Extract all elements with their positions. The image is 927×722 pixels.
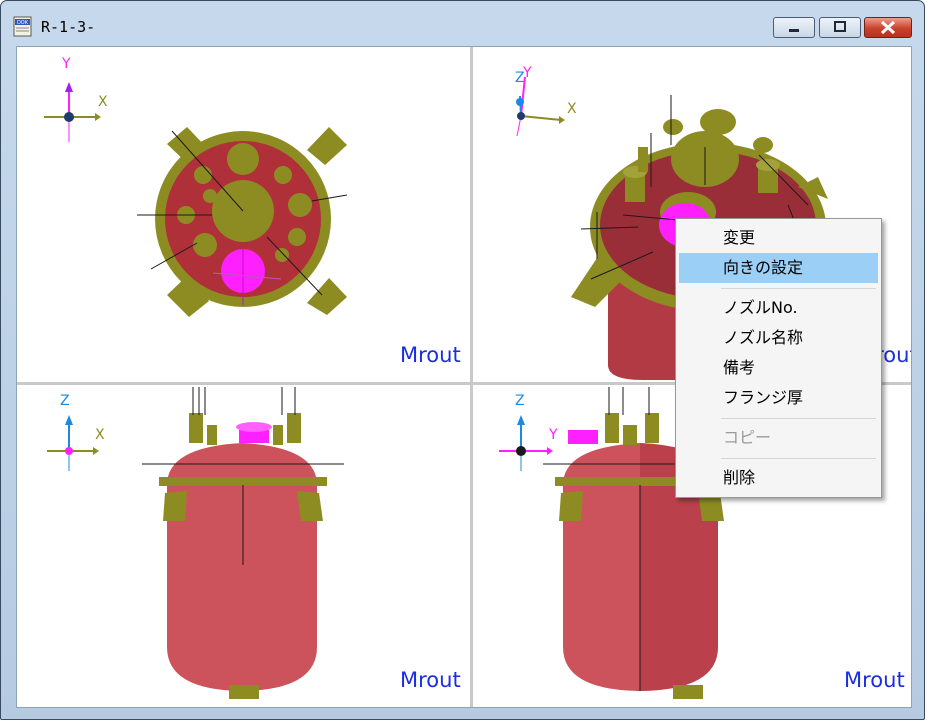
menu-separator [721, 458, 876, 459]
menu-separator [721, 418, 876, 419]
close-icon [880, 20, 896, 35]
svg-text:Y: Y [548, 427, 558, 443]
watermark-label: Mrout [400, 343, 461, 367]
svg-text:Z: Z [60, 393, 70, 409]
axis-triad: Y X [44, 56, 108, 142]
svg-text:DOK: DOK [17, 20, 29, 26]
menu-item-nozzle-no[interactable]: ノズルNo. [679, 293, 878, 323]
viewport-top[interactable]: Y X Mrout [17, 47, 470, 382]
axis-triad: Z Y X [515, 65, 577, 137]
vessel-top-view: Y X [44, 56, 348, 317]
maximize-icon [834, 21, 846, 32]
menu-item-copy: コピー [723, 428, 772, 447]
menu-item-remarks[interactable]: 備考 [679, 353, 878, 383]
window-title: R-1-3- [41, 18, 96, 36]
menu-item-flange-thickness[interactable]: フランジ厚 [679, 383, 878, 413]
menu-separator [721, 288, 876, 289]
vertical-splitter[interactable] [470, 47, 473, 707]
application-window: DOK R-1-3- Y X Mrout Z Y X ou Z X Mrout … [0, 0, 925, 720]
title-bar[interactable]: DOK R-1-3- [1, 1, 924, 43]
minimize-button[interactable] [773, 17, 815, 38]
vessel-front-view: Z X [47, 387, 344, 699]
svg-text:Y: Y [522, 65, 532, 81]
dok-document-icon: DOK [13, 16, 32, 37]
svg-text:X: X [98, 94, 108, 110]
svg-text:Y: Y [61, 56, 71, 72]
svg-text:X: X [567, 101, 577, 117]
watermark-label: Mrout [844, 668, 905, 692]
axis-triad: Z X [47, 393, 105, 471]
minimize-icon [789, 29, 799, 32]
axis-triad: Z Y [499, 393, 558, 471]
watermark-label: Mrout [400, 668, 461, 692]
close-button[interactable] [864, 17, 912, 38]
svg-text:X: X [95, 427, 105, 443]
menu-item-set-orientation[interactable]: 向きの設定 [679, 253, 878, 283]
menu-item-change[interactable]: 変更 [679, 223, 878, 253]
context-menu: 変更 向きの設定 ノズルNo. ノズル名称 備考 フランジ厚 コピー 削除 [675, 218, 882, 498]
viewport-front[interactable]: Z X Mrout [17, 385, 470, 707]
menu-item-nozzle-name[interactable]: ノズル名称 [679, 323, 878, 353]
menu-item-delete[interactable]: 削除 [679, 463, 878, 493]
maximize-button[interactable] [819, 17, 861, 38]
svg-text:Z: Z [515, 393, 525, 409]
